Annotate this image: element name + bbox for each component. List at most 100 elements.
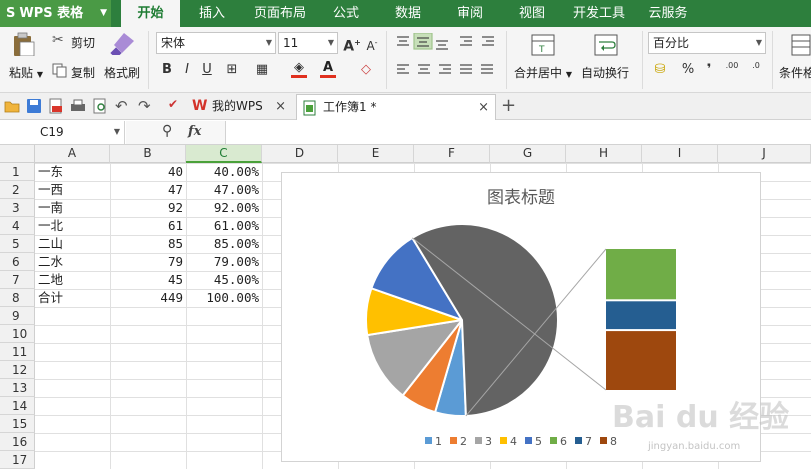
column-header-e[interactable]: E	[338, 145, 414, 163]
table-cell[interactable]: 45	[110, 271, 186, 289]
new-tab-button[interactable]: +	[501, 95, 516, 116]
fill-pattern-button[interactable]: ▦	[252, 60, 272, 80]
row-header[interactable]: 11	[0, 343, 35, 361]
font-size-select[interactable]: 11 ▼	[278, 32, 338, 54]
table-cell[interactable]: 79	[110, 253, 186, 271]
row-header[interactable]: 16	[0, 433, 35, 451]
font-color-button[interactable]: A	[318, 58, 338, 78]
table-cell[interactable]: 449	[110, 289, 186, 307]
formula-input[interactable]	[227, 121, 811, 144]
name-box[interactable]: C19 ▼	[0, 121, 125, 144]
alignment-icons[interactable]	[394, 33, 504, 93]
row-header[interactable]: 6	[0, 253, 35, 271]
redo-icon[interactable]: ↷	[138, 97, 151, 115]
table-cell[interactable]: 47	[110, 181, 186, 199]
zoom-icon[interactable]: ⚲	[162, 123, 172, 139]
percent-button[interactable]: %	[678, 60, 698, 80]
print-icon[interactable]	[70, 98, 86, 114]
table-cell[interactable]: 45.00%	[186, 271, 262, 289]
table-cell[interactable]: 92	[110, 199, 186, 217]
row-header[interactable]: 15	[0, 415, 35, 433]
table-cell[interactable]: 一南	[35, 199, 110, 217]
table-cell[interactable]: 二地	[35, 271, 110, 289]
table-cell[interactable]: 85	[110, 235, 186, 253]
secondary-bar-segment[interactable]	[606, 249, 676, 300]
menu-formula[interactable]: 公式	[326, 0, 366, 27]
row-header[interactable]: 9	[0, 307, 35, 325]
table-cell[interactable]: 40	[110, 163, 186, 181]
row-header[interactable]: 1	[0, 163, 35, 181]
table-cell[interactable]: 47.00%	[186, 181, 262, 199]
increase-decimal-button[interactable]: .00	[722, 60, 742, 80]
menu-insert[interactable]: 插入	[192, 0, 232, 27]
decrease-decimal-button[interactable]: .0	[746, 60, 766, 80]
open-folder-icon[interactable]	[4, 98, 20, 114]
app-menu-button[interactable]: S WPS 表格 ▼	[0, 0, 111, 27]
menu-developer[interactable]: 开发工具	[569, 0, 629, 27]
customize-toolbar-icon[interactable]: ✔	[168, 97, 178, 111]
tab-workbook1[interactable]: 工作簿1 * ×	[296, 94, 496, 120]
menu-view[interactable]: 视图	[512, 0, 552, 27]
menu-review[interactable]: 审阅	[450, 0, 490, 27]
column-header-h[interactable]: H	[566, 145, 642, 163]
secondary-bar-segment[interactable]	[606, 301, 676, 330]
row-header[interactable]: 7	[0, 271, 35, 289]
save-icon[interactable]	[26, 98, 42, 114]
row-header[interactable]: 13	[0, 379, 35, 397]
legend-item[interactable]: 1	[425, 435, 442, 448]
row-header[interactable]: 17	[0, 451, 35, 469]
table-cell[interactable]: 85.00%	[186, 235, 262, 253]
legend-item[interactable]: 3	[475, 435, 492, 448]
column-header-a[interactable]: A	[35, 145, 110, 163]
menu-page-layout[interactable]: 页面布局	[248, 0, 312, 27]
table-cell[interactable]: 79.00%	[186, 253, 262, 271]
column-header-i[interactable]: I	[642, 145, 718, 163]
underline-button[interactable]: U	[197, 60, 217, 80]
secondary-bar-segment[interactable]	[606, 331, 676, 390]
close-icon[interactable]: ×	[478, 95, 489, 120]
row-header[interactable]: 3	[0, 199, 35, 217]
menu-data[interactable]: 数据	[388, 0, 428, 27]
table-cell[interactable]: 二水	[35, 253, 110, 271]
table-cell[interactable]: 合计	[35, 289, 110, 307]
table-cell[interactable]: 二山	[35, 235, 110, 253]
borders-button[interactable]: ⊞	[222, 60, 242, 80]
row-header[interactable]: 8	[0, 289, 35, 307]
row-header[interactable]: 10	[0, 325, 35, 343]
table-cell[interactable]: 61.00%	[186, 217, 262, 235]
column-header-b[interactable]: B	[110, 145, 186, 163]
legend-item[interactable]: 5	[525, 435, 542, 448]
fill-color-button[interactable]: ◈	[289, 58, 309, 78]
legend-item[interactable]: 2	[450, 435, 467, 448]
column-header-f[interactable]: F	[414, 145, 490, 163]
menu-cloud[interactable]: 云服务	[643, 0, 693, 27]
select-all-corner[interactable]	[0, 145, 35, 163]
undo-icon[interactable]: ↶	[115, 97, 128, 115]
legend-item[interactable]: 4	[500, 435, 517, 448]
italic-button[interactable]: I	[177, 60, 197, 80]
currency-button[interactable]: ⛁	[650, 60, 670, 80]
row-header[interactable]: 14	[0, 397, 35, 415]
export-pdf-icon[interactable]	[48, 98, 64, 114]
table-cell[interactable]: 100.00%	[186, 289, 262, 307]
column-header-g[interactable]: G	[490, 145, 566, 163]
row-header[interactable]: 2	[0, 181, 35, 199]
table-cell[interactable]: 一北	[35, 217, 110, 235]
table-cell[interactable]: 61	[110, 217, 186, 235]
close-icon[interactable]: ×	[275, 94, 286, 119]
legend-item[interactable]: 6	[550, 435, 567, 448]
print-preview-icon[interactable]	[92, 98, 108, 114]
bold-button[interactable]: B	[157, 60, 177, 80]
clear-format-button[interactable]: ◇	[356, 60, 376, 80]
column-header-j[interactable]: J	[718, 145, 811, 163]
row-header[interactable]: 5	[0, 235, 35, 253]
shrink-font-button[interactable]: A-	[362, 33, 382, 53]
legend-item[interactable]: 8	[600, 435, 617, 448]
row-header[interactable]: 4	[0, 217, 35, 235]
insert-function-button[interactable]: fx	[188, 124, 201, 139]
font-name-select[interactable]: 宋体 ▼	[156, 32, 276, 54]
table-cell[interactable]: 一西	[35, 181, 110, 199]
column-header-c[interactable]: C	[186, 145, 262, 163]
tab-my-wps[interactable]: W 我的WPS ×	[186, 94, 292, 120]
row-header[interactable]: 12	[0, 361, 35, 379]
